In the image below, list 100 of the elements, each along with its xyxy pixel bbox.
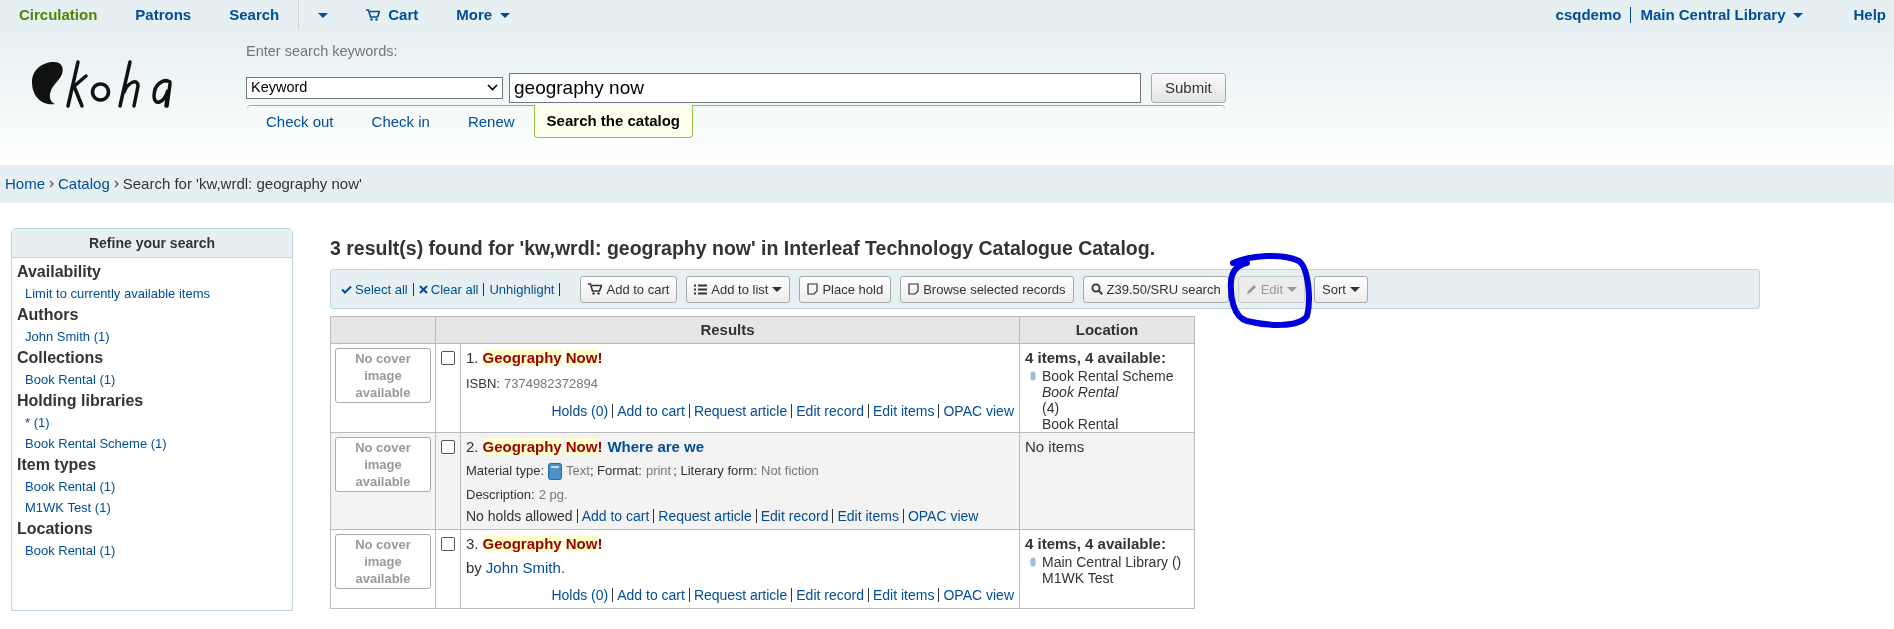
facet-heading: Authors bbox=[17, 305, 80, 325]
action-link[interactable]: Edit items bbox=[873, 401, 935, 422]
caret-icon bbox=[1793, 12, 1804, 18]
action-link[interactable]: OPAC view bbox=[907, 506, 979, 527]
author-prefix: by bbox=[466, 558, 482, 579]
paperclip-icon bbox=[1030, 557, 1036, 568]
action-link[interactable]: Request article bbox=[693, 585, 788, 606]
breadcrumb-current: Search for 'kw,wrdl: geography now' bbox=[122, 173, 362, 194]
toolbar-link[interactable]: Unhighlight bbox=[489, 279, 555, 299]
action-link[interactable]: Holds (0) bbox=[551, 401, 609, 422]
chevron-right-icon bbox=[113, 180, 119, 188]
username-link[interactable]: csqdemo bbox=[1555, 3, 1622, 27]
book-icon bbox=[548, 462, 563, 480]
nav-link[interactable]: Circulation bbox=[0, 0, 117, 30]
nav-link[interactable]: Search bbox=[210, 0, 299, 30]
field-label: ; Format: bbox=[589, 462, 642, 481]
field-value: 2 pg. bbox=[538, 486, 568, 505]
holding-line: Book Rental bbox=[1042, 416, 1120, 433]
search-input[interactable]: geography now bbox=[509, 72, 1141, 103]
cart-icon bbox=[366, 9, 381, 21]
author-link[interactable]: John Smith bbox=[485, 557, 561, 580]
action-link[interactable]: Add to cart bbox=[581, 506, 650, 527]
refine-title: Refine your search bbox=[12, 229, 292, 258]
breadcrumb-link[interactable]: Home bbox=[5, 172, 45, 196]
action-link[interactable]: OPAC view bbox=[943, 585, 1014, 606]
holds-status: No holds allowed bbox=[466, 507, 573, 527]
title-link[interactable]: Geography Now! Where are we bbox=[482, 436, 705, 459]
field-label: Description: bbox=[466, 486, 535, 505]
cover-notice: No cover image available bbox=[335, 534, 431, 590]
close-icon bbox=[418, 284, 428, 294]
toolbar-button[interactable]: Browse selected records bbox=[900, 275, 1074, 303]
help-link[interactable]: Help bbox=[1853, 3, 1886, 27]
author-suffix: . bbox=[560, 558, 566, 579]
action-link[interactable]: OPAC view bbox=[943, 401, 1014, 422]
holding-line: M1WK Test bbox=[1042, 570, 1115, 587]
submit-button[interactable]: Submit bbox=[1151, 72, 1226, 103]
availability-summary: 4 items, 4 available: bbox=[1025, 348, 1167, 369]
caret-icon bbox=[1287, 286, 1298, 292]
note-icon bbox=[807, 283, 819, 296]
field-value: 7374982372894 bbox=[503, 375, 598, 394]
row-checkbox[interactable] bbox=[441, 440, 455, 455]
action-link[interactable]: Add to cart bbox=[617, 585, 685, 606]
toolbar-button[interactable]: Place hold bbox=[799, 275, 892, 303]
list-icon bbox=[694, 283, 708, 295]
action-link[interactable]: Request article bbox=[658, 506, 752, 527]
search-tab[interactable]: Check in bbox=[352, 105, 449, 138]
field-value: print bbox=[645, 462, 672, 481]
pencil-icon bbox=[1245, 283, 1257, 295]
caret-icon bbox=[318, 12, 329, 18]
cover-notice: No cover image available bbox=[335, 437, 431, 493]
holding-line: Main Central Library () bbox=[1042, 554, 1182, 571]
facet-link[interactable]: * (1) bbox=[17, 412, 50, 433]
field-label: Material type: bbox=[466, 462, 545, 481]
action-link[interactable]: Edit items bbox=[873, 585, 935, 606]
toolbar-button[interactable]: Add to list bbox=[686, 275, 791, 303]
paperclip-icon bbox=[1030, 371, 1036, 382]
facet-link[interactable]: John Smith (1) bbox=[17, 326, 110, 347]
search-tab[interactable]: Search the catalog bbox=[533, 104, 693, 138]
chevron-right-icon bbox=[49, 180, 54, 188]
action-link[interactable]: Edit record bbox=[796, 585, 864, 606]
action-link[interactable]: Edit record bbox=[796, 401, 864, 422]
field-value: Text bbox=[566, 462, 590, 481]
action-link[interactable]: Holds (0) bbox=[551, 585, 609, 606]
holding-line: (4) bbox=[1042, 400, 1061, 417]
breadcrumb-link[interactable]: Catalog bbox=[58, 172, 110, 196]
facet-link[interactable]: Book Rental Scheme (1) bbox=[17, 433, 167, 454]
library-dropdown[interactable]: Main Central Library bbox=[1640, 3, 1804, 27]
toolbar-link[interactable]: Select all bbox=[341, 279, 408, 299]
nav-link[interactable]: Patrons bbox=[116, 0, 211, 30]
toolbar-button[interactable]: Z39.50/SRU search bbox=[1082, 275, 1229, 303]
search-type-select[interactable]: Keyword bbox=[246, 76, 503, 99]
action-link[interactable]: Edit items bbox=[837, 506, 899, 527]
row-checkbox[interactable] bbox=[441, 537, 455, 552]
result-number: 2. bbox=[466, 437, 479, 458]
facet-link[interactable]: M1WK Test (1) bbox=[17, 497, 111, 518]
nav-link[interactable]: More bbox=[437, 0, 530, 30]
holding-line: Book Rental Scheme bbox=[1042, 368, 1174, 385]
cart-icon bbox=[588, 283, 603, 296]
action-link[interactable]: Add to cart bbox=[617, 401, 685, 422]
toolbar-link[interactable]: Clear all bbox=[418, 279, 479, 299]
search-tab[interactable]: Check out bbox=[247, 105, 353, 138]
facet-link[interactable]: Book Rental (1) bbox=[17, 369, 116, 390]
chevron-down-icon bbox=[487, 84, 498, 92]
toolbar-button[interactable]: Add to cart bbox=[580, 275, 678, 303]
nav-link[interactable]: Cart bbox=[347, 0, 438, 30]
cover-notice: No cover image available bbox=[335, 348, 431, 404]
action-link[interactable]: Edit record bbox=[760, 506, 829, 527]
column-header: Location bbox=[1019, 316, 1195, 344]
facet-link[interactable]: Book Rental (1) bbox=[17, 540, 116, 561]
facet-link[interactable]: Book Rental (1) bbox=[17, 476, 116, 497]
facet-link[interactable]: Limit to currently available items bbox=[17, 283, 210, 304]
search-tab[interactable]: Renew bbox=[448, 105, 534, 138]
action-link[interactable]: Request article bbox=[693, 401, 788, 422]
toolbar-button[interactable]: Sort bbox=[1314, 275, 1368, 303]
field-value: Not fiction bbox=[761, 462, 819, 481]
column-header: Results bbox=[435, 316, 1020, 344]
search-label: Enter search keywords: bbox=[246, 42, 399, 61]
caret-icon bbox=[1349, 286, 1360, 292]
row-checkbox[interactable] bbox=[441, 351, 455, 366]
facet-heading: Holding libraries bbox=[17, 391, 145, 411]
